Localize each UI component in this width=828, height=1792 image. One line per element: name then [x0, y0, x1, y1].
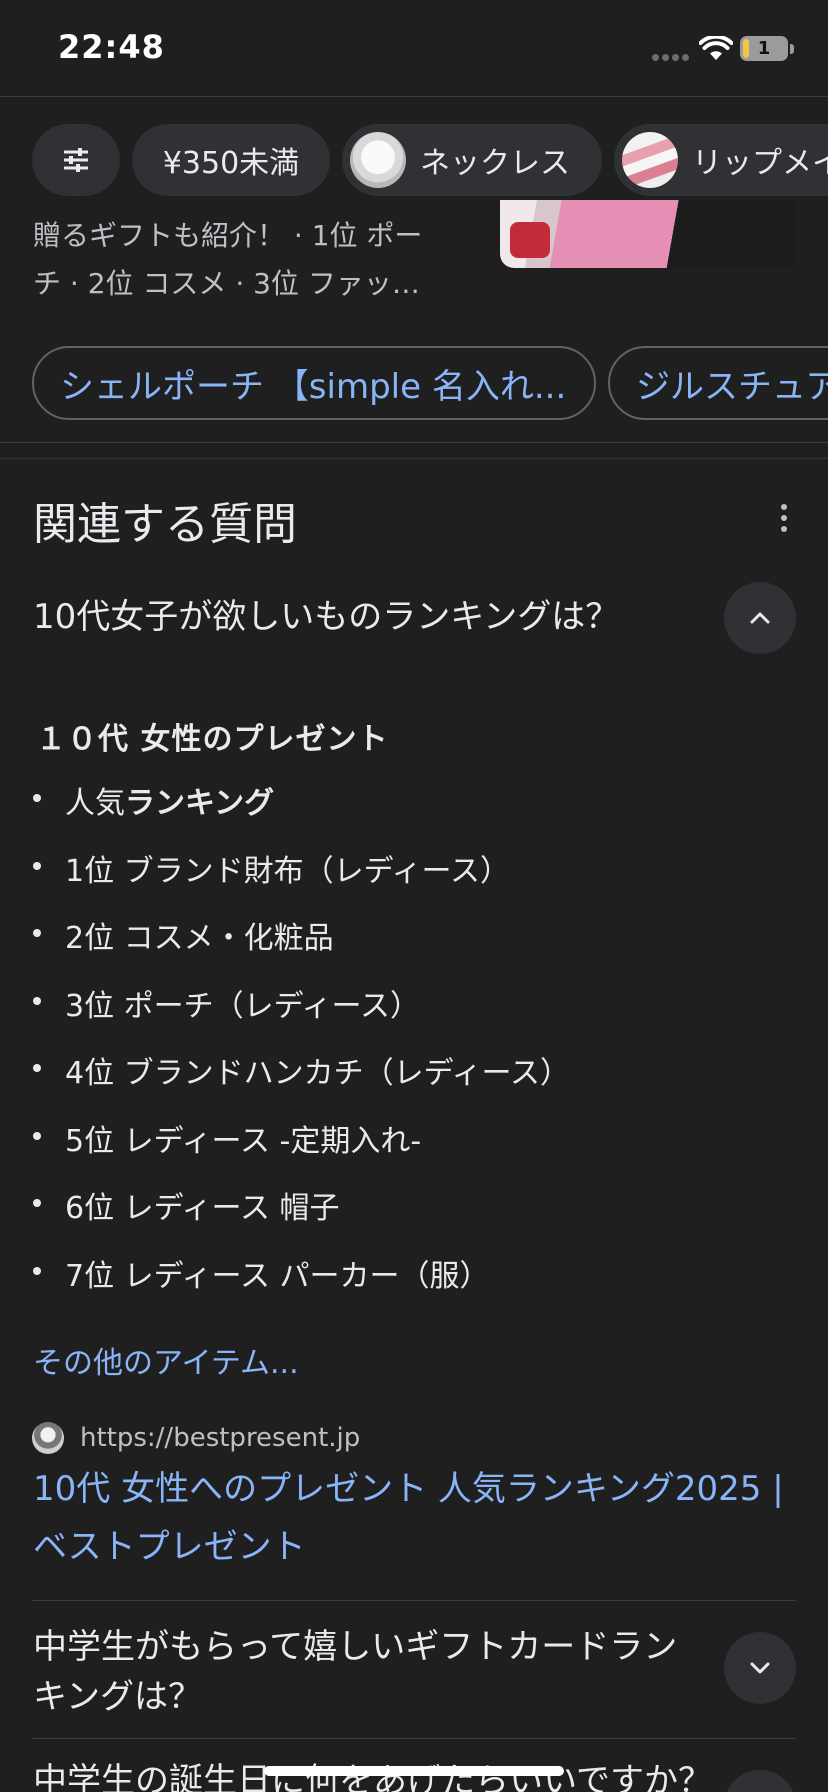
source-row[interactable]: https://bestpresent.jp	[32, 1422, 360, 1454]
wifi-icon	[699, 36, 733, 60]
list-item-text: 6位 レディース 帽子	[65, 1191, 340, 1226]
lip-thumbnail	[622, 132, 678, 188]
price-filter-label: ¥350未満	[162, 146, 300, 181]
question-expanded[interactable]: 10代女子が欲しいものランキングは？	[33, 592, 619, 642]
price-filter-chip[interactable]: ¥350未満	[132, 124, 330, 196]
filter-chip-row: ¥350未満 ネックレス リップメイク	[0, 124, 828, 196]
lip-filter-chip[interactable]: リップメイク	[614, 124, 828, 196]
related-search-chip[interactable]: ジルスチュアート	[608, 346, 828, 420]
list-item-text: 3位 ポーチ（レディース）	[65, 988, 421, 1024]
site-favicon-icon	[32, 1422, 64, 1454]
result-title-link[interactable]: 10代 女性へのプレゼント 人気ランキング2025 | ベストプレゼント	[33, 1460, 803, 1576]
battery-cap	[790, 44, 794, 54]
related-chip-label: シェルポーチ 【simple 名入れ...	[60, 366, 567, 407]
header-divider	[0, 96, 828, 97]
necklace-filter-label: ネックレス	[420, 146, 570, 181]
collapse-button[interactable]	[724, 582, 796, 654]
result-snippet: 贈るギフトも紹介！ · 1位 ポー チ · 2位 コスメ · 3位 ファッ…	[33, 212, 463, 308]
more-items-link[interactable]: その他のアイテム...	[33, 1338, 299, 1382]
list-item: 7位 レディース パーカー（服）	[33, 1251, 793, 1319]
result-title-line-1: 10代 女性へのプレゼント 人気ランキング2025 |	[33, 1469, 784, 1509]
result-title-line-2: ベストプレゼント	[33, 1527, 306, 1567]
list-item: 4位 ブランドハンカチ（レディース）	[33, 1048, 793, 1116]
section-divider	[0, 458, 828, 459]
list-item: 2位 コスメ・化粧品	[33, 913, 793, 981]
lip-filter-label: リップメイク	[692, 146, 828, 181]
cellular-signal-icon	[652, 54, 689, 61]
list-item: 6位 レディース 帽子	[33, 1183, 793, 1251]
list-item-text: 5位 レディース -定期入れ-	[65, 1123, 422, 1159]
ranking-bold: ランキング	[125, 786, 275, 821]
battery-percent: 1	[757, 38, 771, 59]
list-item: 1位 ブランド財布（レディース）	[33, 846, 793, 914]
question-collapsed[interactable]: 中学生がもらって嬉しいギフトカードランキングは？	[33, 1622, 693, 1722]
filter-settings-chip[interactable]	[32, 124, 120, 196]
snippet-line-2: 贈るギフトも紹介！ · 1位 ポー	[33, 219, 423, 252]
question-divider	[32, 1738, 796, 1739]
snippet-line-3: チ · 2位 コスメ · 3位 ファッ…	[33, 267, 420, 300]
related-search-chip[interactable]: シェルポーチ 【simple 名入れ...	[32, 346, 596, 420]
battery-icon: 1	[740, 36, 788, 61]
necklace-filter-chip[interactable]: ネックレス	[342, 124, 602, 196]
related-chip-label: ジルスチュアート	[636, 366, 828, 407]
list-item-text: 1位 ブランド財布（レディース）	[65, 853, 511, 889]
necklace-thumbnail	[350, 132, 406, 188]
ranking-prefix: 人気	[65, 786, 125, 821]
list-item: 3位 ポーチ（レディース）	[33, 981, 793, 1049]
gift-image	[510, 222, 550, 258]
related-questions-title: 関連する質問	[33, 499, 297, 550]
page: 22:48 1 ¥350未満 ネックレス リップメイ 贈るギフトも紹介！ · 1…	[0, 0, 828, 1792]
tune-icon	[64, 148, 88, 172]
list-item-text: 2位 コスメ・化粧品	[65, 921, 334, 956]
list-item: 5位 レディース -定期入れ-	[33, 1116, 793, 1184]
chevron-down-icon	[750, 1662, 770, 1674]
list-item: 人気 ランキング	[33, 778, 793, 846]
expand-button[interactable]	[724, 1770, 796, 1792]
source-url: https://bestpresent.jp	[80, 1423, 361, 1453]
status-bar: 22:48 1	[0, 0, 828, 96]
expand-button[interactable]	[724, 1632, 796, 1704]
more-vert-icon[interactable]	[772, 500, 796, 536]
section-divider	[0, 442, 828, 443]
answer-title: １０代 女性のプレゼント	[36, 722, 389, 757]
question-divider	[32, 1600, 796, 1601]
list-item-text: 7位 レディース パーカー（服）	[65, 1258, 490, 1294]
ranking-list: 人気 ランキング 1位 ブランド財布（レディース） 2位 コスメ・化粧品 3位 ポ…	[33, 778, 793, 1318]
home-indicator[interactable]	[264, 1766, 564, 1776]
result-thumbnail[interactable]	[500, 200, 796, 268]
chevron-up-icon	[750, 612, 770, 624]
status-time: 22:48	[58, 28, 165, 66]
list-item-text: 4位 ブランドハンカチ（レディース）	[65, 1056, 571, 1091]
